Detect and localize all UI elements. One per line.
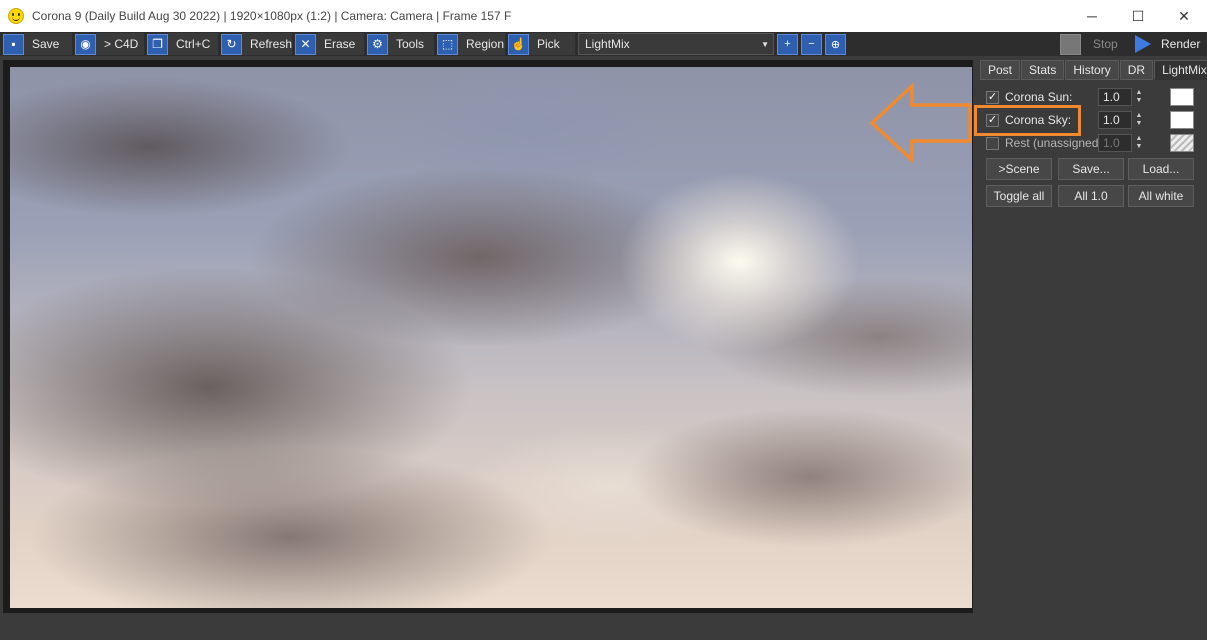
corona-sun-spinner-icon[interactable]: ▲ ▼ bbox=[1134, 88, 1144, 106]
toolbar: ▪ Save ◉ > C4D ❐ Ctrl+C ↻ Refresh ✕ Eras… bbox=[0, 32, 1207, 56]
render-button[interactable]: Render bbox=[1135, 33, 1200, 55]
render-label: Render bbox=[1161, 37, 1201, 51]
close-button[interactable]: ✕ bbox=[1161, 0, 1207, 32]
play-icon bbox=[1135, 35, 1151, 53]
zoom-in-icon[interactable]: + bbox=[777, 33, 798, 55]
save-lightmix-button[interactable]: Save... bbox=[1058, 158, 1124, 180]
lightmix-row-corona-sun: ✓ Corona Sun: 1.0 ▲ ▼ bbox=[986, 87, 1198, 107]
tools-label: Tools bbox=[388, 33, 434, 55]
corona-smiley-icon bbox=[8, 8, 24, 24]
gear-icon: ⚙ bbox=[367, 33, 388, 55]
copy-button[interactable]: ❐ Ctrl+C bbox=[147, 33, 218, 55]
corona-sun-checkbox[interactable]: ✓ bbox=[986, 90, 999, 104]
erase-x-icon: ✕ bbox=[295, 33, 316, 55]
refresh-label: Refresh bbox=[242, 33, 292, 55]
zoom-out-icon[interactable]: − bbox=[801, 33, 822, 55]
send-to-c4d-label: > C4D bbox=[96, 33, 144, 55]
to-scene-button[interactable]: >Scene bbox=[986, 158, 1052, 180]
rest-unassigned-spinner-icon[interactable]: ▲ ▼ bbox=[1134, 134, 1144, 152]
rest-unassigned-label: Rest (unassigned): bbox=[1005, 136, 1106, 150]
pick-label: Pick bbox=[529, 33, 575, 55]
send-to-c4d-button[interactable]: ◉ > C4D bbox=[75, 33, 144, 55]
copy-icon: ❐ bbox=[147, 33, 168, 55]
rest-unassigned-checkbox[interactable]: ✓ bbox=[986, 136, 999, 150]
tab-stats[interactable]: Stats bbox=[1021, 60, 1065, 80]
dropdown-arrow-icon: ▼ bbox=[761, 39, 769, 49]
vfb-side-panel: Post Stats History DR LightMix ✓ Corona … bbox=[976, 58, 1207, 613]
bottom-strip bbox=[0, 613, 1207, 640]
stop-square-icon bbox=[1060, 33, 1081, 55]
all-white-button[interactable]: All white bbox=[1128, 185, 1194, 207]
stop-button[interactable]: Stop bbox=[1060, 33, 1118, 55]
corona-sky-color-swatch[interactable] bbox=[1170, 111, 1194, 129]
rendered-sky-image bbox=[10, 67, 972, 608]
render-viewport[interactable] bbox=[3, 60, 973, 613]
stop-label: Stop bbox=[1093, 37, 1118, 51]
erase-label: Erase bbox=[316, 33, 364, 55]
tools-button[interactable]: ⚙ Tools bbox=[367, 33, 434, 55]
tab-history[interactable]: History bbox=[1065, 60, 1119, 80]
title-bar: Corona 9 (Daily Build Aug 30 2022) | 192… bbox=[0, 0, 1207, 32]
annotation-arrow-icon bbox=[869, 83, 972, 163]
window-title: Corona 9 (Daily Build Aug 30 2022) | 192… bbox=[32, 9, 512, 23]
corona-sky-spinner-icon[interactable]: ▲ ▼ bbox=[1134, 111, 1144, 129]
refresh-button[interactable]: ↻ Refresh bbox=[221, 33, 292, 55]
refresh-icon: ↻ bbox=[221, 33, 242, 55]
corona-sky-intensity-input[interactable]: 1.0 bbox=[1098, 111, 1132, 129]
tab-post[interactable]: Post bbox=[980, 60, 1021, 80]
region-button[interactable]: ⬚ Region bbox=[437, 33, 505, 55]
floppy-disk-icon: ▪ bbox=[3, 33, 24, 55]
minimize-button[interactable]: ─ bbox=[1069, 0, 1115, 32]
pick-button[interactable]: ☝ Pick bbox=[508, 33, 575, 55]
tab-lightmix[interactable]: LightMix bbox=[1154, 60, 1207, 80]
lightmix-dropdown-value: LightMix bbox=[585, 37, 630, 51]
region-label: Region bbox=[458, 33, 505, 55]
corona-sun-color-swatch[interactable] bbox=[1170, 88, 1194, 106]
copy-label: Ctrl+C bbox=[168, 33, 218, 55]
erase-button[interactable]: ✕ Erase bbox=[295, 33, 364, 55]
maximize-button[interactable]: ☐ bbox=[1115, 0, 1161, 32]
lightmix-dropdown[interactable]: LightMix ▼ bbox=[578, 33, 774, 55]
load-lightmix-button[interactable]: Load... bbox=[1128, 158, 1194, 180]
save-label: Save bbox=[24, 33, 72, 55]
lightmix-row-rest: ✓ Rest (unassigned): 1.0 ▲▼ bbox=[986, 133, 1198, 153]
corona-sun-label: Corona Sun: bbox=[1005, 90, 1073, 104]
window-controls: ─ ☐ ✕ bbox=[1069, 0, 1207, 32]
corona-sun-intensity-input[interactable]: 1.0 bbox=[1098, 88, 1132, 106]
region-select-icon: ⬚ bbox=[437, 33, 458, 55]
corona-sky-highlight-box bbox=[974, 105, 1081, 136]
panel-tabs: Post Stats History DR LightMix bbox=[980, 60, 1207, 80]
c4d-logo-icon: ◉ bbox=[75, 33, 96, 55]
save-button[interactable]: ▪ Save bbox=[3, 33, 72, 55]
all-one-button[interactable]: All 1.0 bbox=[1058, 185, 1124, 207]
toggle-all-button[interactable]: Toggle all bbox=[986, 185, 1052, 207]
rest-unassigned-intensity-input[interactable]: 1.0 bbox=[1098, 134, 1132, 152]
zoom-fit-icon[interactable]: ⊕ bbox=[825, 33, 846, 55]
tab-dr[interactable]: DR bbox=[1119, 60, 1154, 80]
hand-pointer-icon: ☝ bbox=[508, 33, 529, 55]
rest-unassigned-color-swatch[interactable] bbox=[1170, 134, 1194, 152]
